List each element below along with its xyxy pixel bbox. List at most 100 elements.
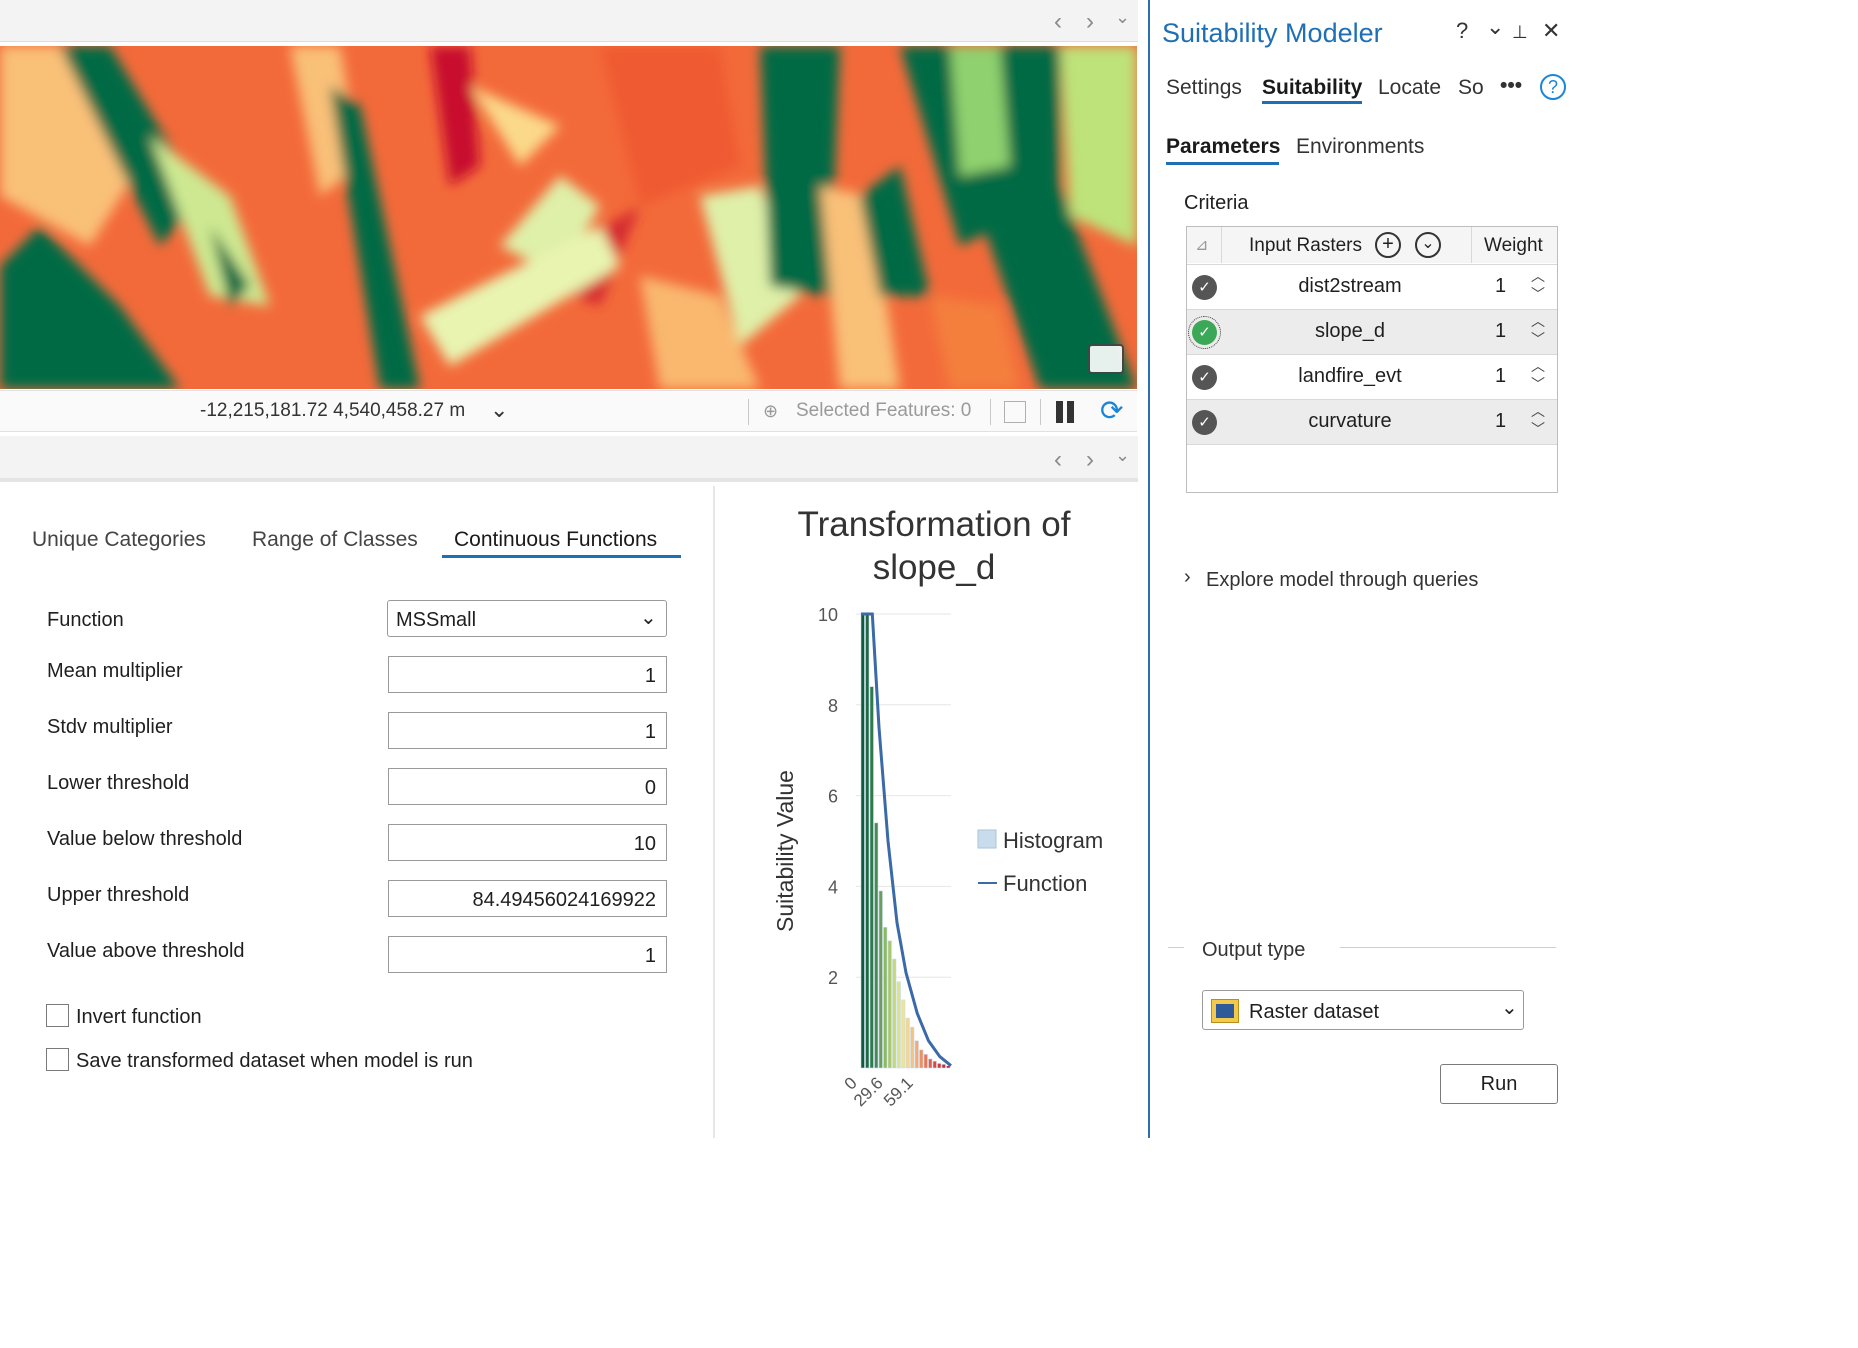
raster-dataset-icon	[1211, 999, 1239, 1023]
output-type-value: Raster dataset	[1249, 1001, 1380, 1023]
histogram-bar	[896, 981, 901, 1069]
previous-arrow-icon[interactable]: ‹	[1054, 10, 1062, 34]
close-icon[interactable]: ✕	[1542, 18, 1560, 44]
table-of-contents-icon[interactable]	[1088, 344, 1124, 374]
legend-function-label: Function	[1003, 871, 1087, 896]
sort-icon[interactable]: ⊿	[1195, 235, 1208, 255]
histogram-bar	[887, 940, 892, 1069]
weight-up-icon[interactable]: ︿	[1531, 314, 1545, 328]
map-status-bar: -12,215,181.72 4,540,458.27 m ⌄ ⊕ Select…	[0, 390, 1137, 432]
output-type-dropdown[interactable]: Raster dataset ⌄	[1202, 990, 1524, 1030]
pane-title: Suitability Modeler	[1162, 18, 1383, 48]
criteria-label: Criteria	[1184, 192, 1249, 214]
pane-menu-chevron-icon[interactable]: ⌄	[1486, 14, 1504, 40]
run-button[interactable]: Run	[1440, 1064, 1558, 1104]
x-tick-label: 59.1	[880, 1073, 917, 1110]
enabled-check-icon[interactable]: ✓	[1188, 316, 1221, 349]
tab-parameters[interactable]: Parameters	[1166, 135, 1280, 159]
add-raster-icon[interactable]: +	[1375, 232, 1401, 258]
function-dropdown[interactable]: MSSmall ⌄	[387, 600, 667, 637]
next-arrow-icon[interactable]: ›	[1086, 448, 1094, 472]
invert-function-checkbox[interactable]	[46, 1004, 69, 1027]
explore-queries-expander[interactable]: Explore model through queries	[1206, 569, 1478, 592]
histogram-bar	[937, 1063, 942, 1069]
histogram-bar	[941, 1064, 946, 1069]
chevron-down-icon[interactable]: ⌄	[1115, 8, 1130, 26]
weight-up-icon[interactable]: ︿	[1531, 269, 1545, 283]
value-above-threshold-label: Value above threshold	[47, 940, 245, 962]
pause-drawing-icon[interactable]	[1056, 401, 1063, 423]
weight-down-icon[interactable]: ﹀	[1531, 422, 1545, 436]
raster-row-selected[interactable]: ✓ slope_d 1 ︿ ﹀	[1187, 309, 1557, 354]
previous-arrow-icon[interactable]: ‹	[1054, 448, 1062, 472]
suitability-raster-image	[0, 46, 1137, 389]
tab-continuous-functions[interactable]: Continuous Functions	[454, 528, 657, 552]
raster-row[interactable]: ✓ curvature 1 ︿ ﹀	[1187, 399, 1557, 444]
pin-icon[interactable]: ⊥	[1512, 22, 1528, 43]
tab-environments[interactable]: Environments	[1296, 135, 1424, 159]
raster-row[interactable]: ✓ dist2stream 1 ︿ ﹀	[1187, 264, 1557, 309]
enabled-check-icon[interactable]: ✓	[1192, 365, 1217, 390]
separator	[1471, 227, 1472, 263]
help-icon[interactable]: ?	[1456, 18, 1468, 44]
raster-name: dist2stream	[1298, 275, 1402, 297]
value-below-threshold-input[interactable]: 10	[388, 824, 667, 861]
tab-so[interactable]: So	[1458, 76, 1484, 100]
invert-function-label: Invert function	[76, 1006, 202, 1028]
selection-layer-icon[interactable]	[1004, 401, 1026, 423]
raster-row[interactable]: ✓ landfire_evt 1 ︿ ﹀	[1187, 354, 1557, 399]
tab-suitability[interactable]: Suitability	[1262, 76, 1362, 100]
x-axis-ticks: 029.659.1	[841, 1073, 917, 1110]
active-subtab-indicator	[1166, 162, 1279, 165]
transformation-chart: Transformation of slope_d Suitability Va…	[772, 505, 1103, 1110]
chevron-down-icon: ⌄	[1501, 997, 1518, 1019]
weight-down-icon[interactable]: ﹀	[1531, 377, 1545, 391]
lower-threshold-label: Lower threshold	[47, 772, 190, 794]
lower-threshold-input[interactable]: 0	[388, 768, 667, 805]
pause-drawing-icon-bar	[1067, 401, 1074, 423]
enabled-check-icon[interactable]: ✓	[1192, 410, 1217, 435]
tab-range-of-classes[interactable]: Range of Classes	[252, 528, 418, 552]
tab-locate[interactable]: Locate	[1378, 76, 1441, 100]
criteria-grid: ⊿ Input Rasters + ⌄ Weight ✓ dist2stream…	[1186, 226, 1558, 493]
tab-settings[interactable]: Settings	[1166, 76, 1242, 100]
weight-down-icon[interactable]: ﹀	[1531, 287, 1545, 301]
input-rasters-header: Input Rasters	[1249, 235, 1362, 256]
chevron-right-icon[interactable]: ›	[1184, 566, 1191, 589]
histogram-bar	[923, 1054, 928, 1069]
active-tab-indicator	[442, 555, 681, 558]
mean-multiplier-input[interactable]: 1	[388, 656, 667, 693]
chart-title-line-2: slope_d	[873, 548, 996, 587]
tab-unique-categories[interactable]: Unique Categories	[32, 528, 206, 552]
raster-map-canvas[interactable]	[0, 46, 1137, 389]
stdv-multiplier-input[interactable]: 1	[388, 712, 667, 749]
histogram-bar	[874, 822, 879, 1069]
chevron-down-icon[interactable]: ⌄	[1115, 446, 1130, 464]
raster-name: curvature	[1308, 410, 1392, 432]
next-arrow-icon[interactable]: ›	[1086, 10, 1094, 34]
weight-up-icon[interactable]: ︿	[1531, 404, 1545, 418]
histogram-bar	[869, 686, 874, 1069]
coordinate-system-chevron-icon[interactable]: ⌄	[490, 397, 508, 423]
function-dropdown-value: MSSmall	[396, 609, 477, 631]
transformation-pane-header: ‹ › ⌄	[0, 436, 1138, 482]
pane-divider[interactable]	[713, 486, 715, 1138]
refresh-icon[interactable]: ⟳	[1100, 394, 1123, 427]
upper-threshold-input[interactable]: 84.49456024169922	[388, 880, 667, 917]
save-transformed-checkbox[interactable]	[46, 1048, 69, 1071]
selected-features-count: Selected Features: 0	[796, 400, 972, 421]
weight-up-icon[interactable]: ︿	[1531, 359, 1545, 373]
upper-threshold-label: Upper threshold	[47, 884, 190, 906]
value-above-threshold-input[interactable]: 1	[388, 936, 667, 973]
chevron-down-icon: ⌄	[640, 607, 657, 629]
raster-options-chevron-icon[interactable]: ⌄	[1415, 232, 1441, 258]
weight-down-icon[interactable]: ﹀	[1531, 332, 1545, 346]
y-axis-ticks: 2 4 6 8 10	[818, 605, 838, 988]
coordinate-readout: -12,215,181.72 4,540,458.27 m	[200, 400, 466, 421]
enabled-check-icon[interactable]: ✓	[1192, 275, 1217, 300]
more-tabs-icon[interactable]: •••	[1500, 74, 1522, 98]
suitability-modeler-pane: Suitability Modeler ? ⌄ ⊥ ✕ Settings Sui…	[1148, 0, 1568, 1138]
help-info-icon[interactable]: ?	[1540, 74, 1566, 100]
map-view-header: ‹ › ⌄	[0, 0, 1138, 42]
histogram-bars	[860, 613, 951, 1069]
